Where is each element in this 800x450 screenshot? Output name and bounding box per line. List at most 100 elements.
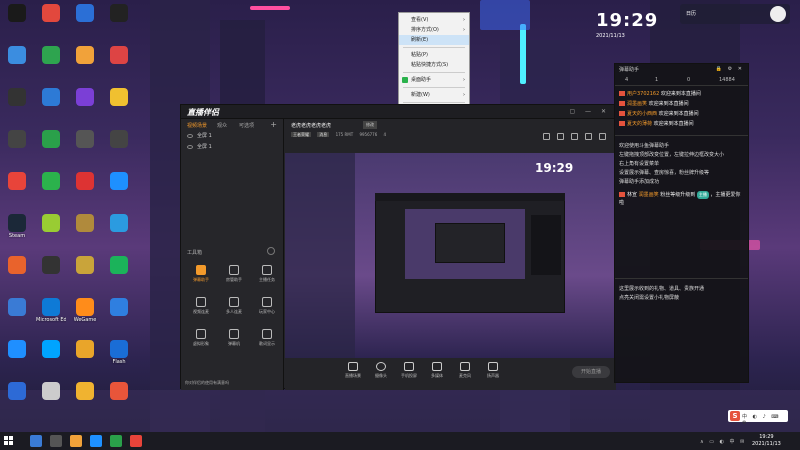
- tool-button[interactable]: 弹幕助手: [185, 265, 217, 283]
- window-controls[interactable]: ▢ — ✕: [569, 108, 610, 115]
- bottom-bar-button[interactable]: 麦克风: [453, 362, 477, 379]
- desktop-icon[interactable]: [104, 4, 134, 23]
- desktop-icon[interactable]: [2, 88, 32, 107]
- tab-audience[interactable]: 观众: [217, 122, 227, 129]
- danmu-user[interactable]: 润墨画笑: [627, 101, 647, 107]
- desktop-icon[interactable]: [104, 256, 134, 275]
- danmu-user[interactable]: 夏天的小西西: [627, 111, 657, 117]
- desktop-icon[interactable]: [70, 214, 100, 233]
- desktop-icon[interactable]: WeGame: [70, 298, 100, 323]
- desktop-icon[interactable]: [70, 88, 100, 107]
- bottom-bar-button[interactable]: 手机投屏: [397, 362, 421, 379]
- desktop-icon[interactable]: Flash: [104, 340, 134, 365]
- menu-item[interactable]: 粘贴快捷方式(S): [399, 60, 469, 70]
- sogou-icon[interactable]: S: [730, 411, 740, 421]
- bottom-bar-button[interactable]: 直播场景: [341, 362, 365, 379]
- desktop-icon[interactable]: [104, 46, 134, 65]
- desktop-icon[interactable]: Steam: [2, 214, 32, 239]
- taskbar-app-icon[interactable]: [90, 435, 102, 447]
- layout-icon[interactable]: [571, 133, 578, 140]
- bottom-bar-button[interactable]: 摄像头: [369, 362, 393, 379]
- menu-item[interactable]: 查看(V) ›: [399, 15, 469, 25]
- scene-item[interactable]: 全屏 1: [181, 142, 283, 153]
- taskbar-app-icon[interactable]: [70, 435, 82, 447]
- room-edit-button[interactable]: 修改: [363, 121, 377, 129]
- tool-button[interactable]: 房管助手: [218, 265, 250, 283]
- desktop-icon[interactable]: [104, 382, 134, 401]
- system-tray[interactable]: ∧ ▭ ◐ 中 ✉: [700, 438, 746, 445]
- desktop-icon[interactable]: [36, 88, 66, 107]
- taskbar-app-icon[interactable]: [110, 435, 122, 447]
- taskbar-app-icon[interactable]: [30, 435, 42, 447]
- desktop-icon[interactable]: [36, 4, 66, 23]
- menu-item[interactable]: 粘贴(P): [399, 50, 469, 60]
- room-title[interactable]: 老虎老虎老虎老虎: [291, 122, 331, 129]
- ime-controls[interactable]: 中 ◐ ♪ ⌨ ⚙: [742, 413, 788, 426]
- danmu-user[interactable]: 夏天的薄荷: [627, 121, 652, 127]
- bottom-bar-button[interactable]: 多媒体: [425, 362, 449, 379]
- add-scene-button[interactable]: +: [270, 120, 277, 129]
- tab-scenes[interactable]: 视频场景: [187, 122, 207, 129]
- desktop-icon[interactable]: [2, 298, 32, 317]
- desktop-icon[interactable]: [70, 130, 100, 149]
- desktop-icon[interactable]: [36, 256, 66, 275]
- desktop-icon[interactable]: [36, 382, 66, 401]
- desktop-icon[interactable]: [104, 172, 134, 191]
- tool-button[interactable]: 玩家中心: [251, 297, 283, 315]
- scene-item[interactable]: 全屏 1: [181, 131, 283, 142]
- ime-toolbar[interactable]: S 中 ◐ ♪ ⌨ ⚙: [728, 410, 788, 426]
- tool-button[interactable]: 虚拟形象: [185, 329, 217, 347]
- tool-button[interactable]: 多人连麦: [218, 297, 250, 315]
- desktop-icon[interactable]: [70, 256, 100, 275]
- desktop-icon[interactable]: [2, 4, 32, 23]
- desktop-icon[interactable]: [104, 298, 134, 317]
- copy-icon[interactable]: [557, 133, 564, 140]
- desktop-icon[interactable]: [36, 172, 66, 191]
- calendar-widget[interactable]: 日历: [680, 4, 790, 24]
- desktop-icon[interactable]: [2, 340, 32, 359]
- cat-avatar-icon[interactable]: [770, 6, 786, 22]
- desktop-icon[interactable]: [70, 382, 100, 401]
- tool-button[interactable]: 歌词显示: [251, 329, 283, 347]
- category-tag[interactable]: 王者荣耀: [291, 132, 311, 137]
- eye-icon[interactable]: [187, 144, 193, 149]
- tool-button[interactable]: 主播任务: [251, 265, 283, 283]
- desktop-icon[interactable]: [36, 46, 66, 65]
- desktop-icon[interactable]: [70, 172, 100, 191]
- tab-options[interactable]: 可选项: [239, 122, 254, 129]
- start-live-button[interactable]: 开始直播: [572, 366, 610, 378]
- desktop-icon[interactable]: [2, 46, 32, 65]
- desktop-icon[interactable]: [36, 130, 66, 149]
- start-button[interactable]: [4, 436, 14, 446]
- settings-icon[interactable]: [585, 133, 592, 140]
- delete-icon[interactable]: [543, 133, 550, 140]
- danmu-controls[interactable]: 🔒 ⚙ ✕: [716, 66, 744, 72]
- desktop-icon[interactable]: [104, 130, 134, 149]
- taskbar-app-icon[interactable]: [130, 435, 142, 447]
- desktop-icon[interactable]: [104, 214, 134, 233]
- taskbar-clock[interactable]: 19:29 2021/11/13: [752, 434, 781, 448]
- menu-item[interactable]: 新建(W) ›: [399, 90, 469, 100]
- menu-item[interactable]: 排序方式(O) ›: [399, 25, 469, 35]
- desktop-icon[interactable]: [70, 46, 100, 65]
- settings-icon[interactable]: [267, 247, 275, 255]
- tool-button[interactable]: 视频连麦: [185, 297, 217, 315]
- desktop-icon[interactable]: [2, 172, 32, 191]
- menu-item[interactable]: 刷新(E): [399, 35, 469, 45]
- bottom-bar-button[interactable]: 扬声器: [481, 362, 505, 379]
- desktop-icon[interactable]: [36, 340, 66, 359]
- desktop-icon[interactable]: [70, 340, 100, 359]
- desktop-icon[interactable]: [2, 382, 32, 401]
- desktop-icon[interactable]: [104, 88, 134, 107]
- danmu-user[interactable]: 用户3702162: [627, 91, 659, 97]
- desktop-icon[interactable]: [36, 214, 66, 233]
- menu-item[interactable]: 桌面助手 ›: [399, 75, 469, 85]
- eye-icon[interactable]: [187, 133, 193, 138]
- desktop-icon[interactable]: [70, 4, 100, 23]
- desktop-icon[interactable]: [2, 256, 32, 275]
- live-preview[interactable]: 19:29: [285, 153, 616, 358]
- taskbar-app-icon[interactable]: [50, 435, 62, 447]
- notice-tag[interactable]: 消息: [317, 132, 330, 137]
- tool-button[interactable]: 弹幕机: [218, 329, 250, 347]
- desktop-icon[interactable]: Microsoft Edge: [36, 298, 66, 323]
